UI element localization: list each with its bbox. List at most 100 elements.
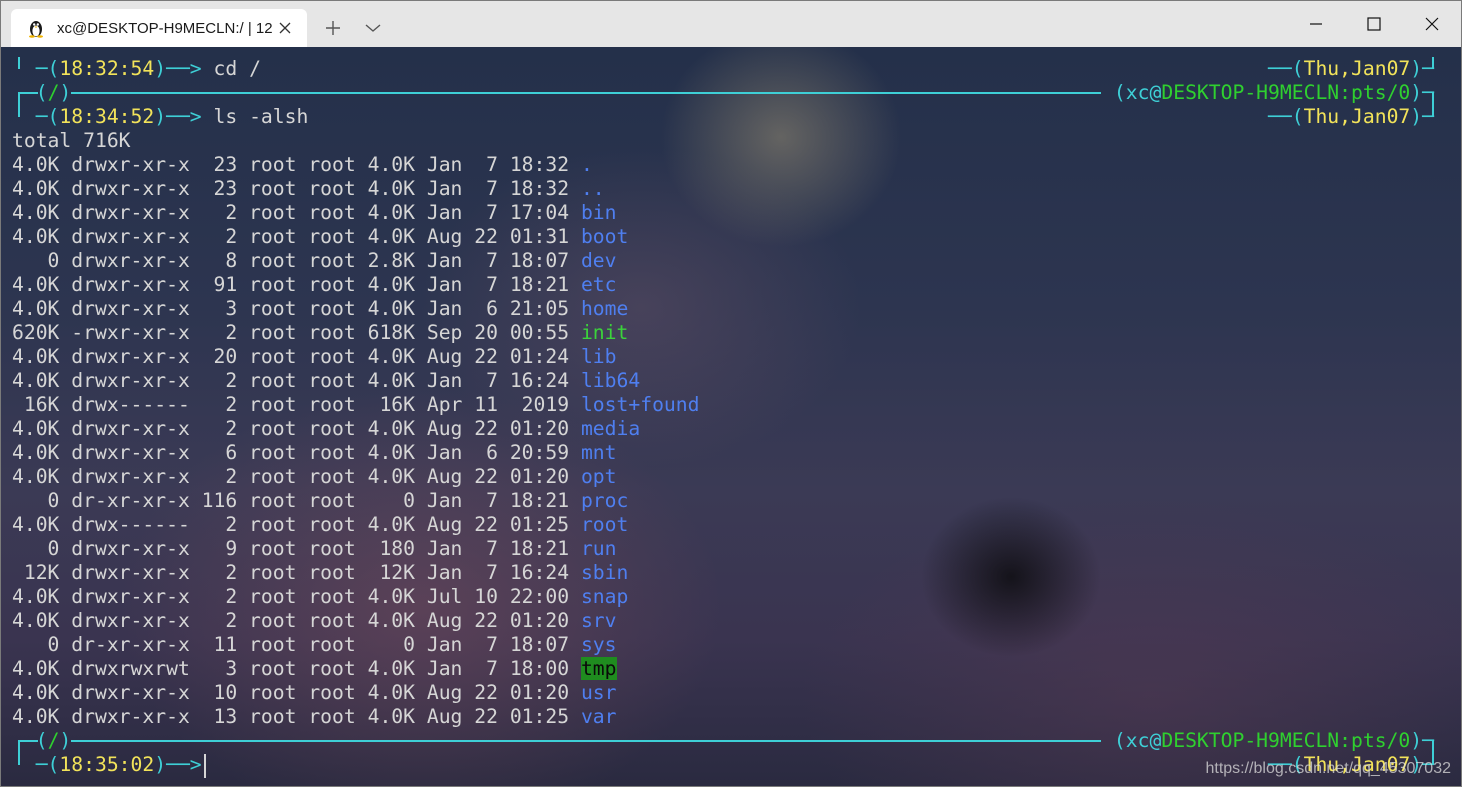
ls-row: 0 drwxr-xr-x 9 root root 180 Jan 7 18:21… — [12, 537, 1450, 561]
ls-row: 0 dr-xr-xr-x 11 root root 0 Jan 7 18:07 … — [12, 633, 1450, 657]
ls-row-meta: 0 drwxr-xr-x 8 root root 2.8K Jan 7 18:0… — [12, 249, 581, 272]
tab-dropdown-button[interactable] — [353, 9, 393, 47]
ls-total: total 716K — [12, 129, 131, 152]
ls-row: 4.0K drwx------ 2 root root 4.0K Aug 22 … — [12, 513, 1450, 537]
ls-row-meta: 4.0K drwxr-xr-x 2 root root 4.0K Aug 22 … — [12, 609, 581, 632]
ls-row-meta: 4.0K drwxr-xr-x 13 root root 4.0K Aug 22… — [12, 705, 581, 728]
ls-row: 4.0K drwxr-xr-x 2 root root 4.0K Aug 22 … — [12, 465, 1450, 489]
tab-active[interactable]: xc@DESKTOP-H9MECLN:/ | 120 — [11, 9, 307, 47]
plus-icon — [326, 21, 340, 35]
ls-row-meta: 16K drwx------ 2 root root 16K Apr 11 20… — [12, 393, 581, 416]
ls-row: 4.0K drwxr-xr-x 2 root root 4.0K Jan 7 1… — [12, 201, 1450, 225]
ls-row-name: bin — [580, 201, 617, 224]
ls-row-meta: 4.0K drwxr-xr-x 23 root root 4.0K Jan 7 … — [12, 177, 581, 200]
ls-row-meta: 4.0K drwxr-xr-x 2 root root 4.0K Aug 22 … — [12, 417, 581, 440]
ls-row-meta: 4.0K drwxr-xr-x 91 root root 4.0K Jan 7 … — [12, 273, 581, 296]
prompt-host: DESKTOP-H9MECLN:pts/0 — [1161, 729, 1411, 752]
ls-row-meta: 4.0K drwxr-xr-x 6 root root 4.0K Jan 6 2… — [12, 441, 581, 464]
ls-row-meta: 620K -rwxr-xr-x 2 root root 618K Sep 20 … — [12, 321, 581, 344]
linux-penguin-icon — [25, 17, 47, 39]
prompt-path: / — [47, 81, 60, 104]
title-bar: xc@DESKTOP-H9MECLN:/ | 120 — [1, 1, 1461, 47]
prompt-user: xc — [1125, 81, 1150, 104]
ls-row-meta: 4.0K drwxr-xr-x 2 root root 4.0K Jan 7 1… — [12, 201, 581, 224]
ls-row: 16K drwx------ 2 root root 16K Apr 11 20… — [12, 393, 1450, 417]
ls-row-name: dev — [580, 249, 617, 272]
ls-row: 4.0K drwxr-xr-x 6 root root 4.0K Jan 6 2… — [12, 441, 1450, 465]
ls-row-name: .. — [580, 177, 605, 200]
ls-row-meta: 12K drwxr-xr-x 2 root root 12K Jan 7 16:… — [12, 561, 581, 584]
ls-row-meta: 4.0K drwxr-xr-x 2 root root 4.0K Aug 22 … — [12, 465, 581, 488]
ls-row-name: lib — [580, 345, 617, 368]
ls-row: 4.0K drwxr-xr-x 20 root root 4.0K Aug 22… — [12, 345, 1450, 369]
prompt-time: 18:34:52 — [59, 105, 155, 128]
close-window-button[interactable] — [1403, 1, 1461, 47]
ls-row-name: run — [580, 537, 617, 560]
ls-row-name: media — [580, 417, 641, 440]
prompt-line: ─(18:32:54)──> cd / ──(Thu,Jan07)─ — [12, 57, 1434, 80]
minimize-icon — [1310, 23, 1322, 25]
prompt-command: cd / — [213, 57, 261, 80]
ls-row-name: mnt — [580, 441, 617, 464]
ls-row-meta: 0 drwxr-xr-x 9 root root 180 Jan 7 18:21 — [12, 537, 581, 560]
ls-row-name: home — [580, 297, 629, 320]
maximize-button[interactable] — [1345, 1, 1403, 47]
ls-row-meta: 4.0K drwxr-xr-x 20 root root 4.0K Aug 22… — [12, 345, 581, 368]
ls-row: 620K -rwxr-xr-x 2 root root 618K Sep 20 … — [12, 321, 1450, 345]
chevron-down-icon — [365, 24, 381, 32]
ls-row-name: sbin — [580, 561, 629, 584]
ls-row: 0 drwxr-xr-x 8 root root 2.8K Jan 7 18:0… — [12, 249, 1450, 273]
ls-row-meta: 4.0K drwx------ 2 root root 4.0K Aug 22 … — [12, 513, 581, 536]
terminal-output[interactable]: ─(18:32:54)──> cd / ──(Thu,Jan07)─ (/) (xc… — [1, 47, 1461, 786]
watermark: https://blog.csdn.net/qq_45307032 — [1205, 760, 1451, 777]
close-icon[interactable] — [273, 16, 297, 40]
close-icon — [1425, 17, 1439, 31]
ls-row-name: tmp — [580, 657, 617, 680]
ls-row: 4.0K drwxr-xr-x 23 root root 4.0K Jan 7 … — [12, 153, 1450, 177]
ls-row-name: init — [580, 321, 629, 344]
window-controls — [1287, 1, 1461, 47]
ls-row-meta: 4.0K drwxrwxrwt 3 root root 4.0K Jan 7 1… — [12, 657, 581, 680]
minimize-button[interactable] — [1287, 1, 1345, 47]
prompt-frame — [1432, 57, 1434, 69]
new-tab-button[interactable] — [313, 9, 353, 47]
ls-row-meta: 4.0K drwxr-xr-x 10 root root 4.0K Aug 22… — [12, 681, 581, 704]
ls-row: 4.0K drwxr-xr-x 10 root root 4.0K Aug 22… — [12, 681, 1450, 705]
prompt-path: / — [47, 729, 60, 752]
prompt-header-line: (/) (xc@DESKTOP-H9MECLN:pts/0)─ — [12, 729, 1434, 752]
ls-row-name: snap — [580, 585, 629, 608]
ls-row-name: srv — [580, 609, 617, 632]
ls-row-name: . — [580, 153, 593, 176]
ls-row: 4.0K drwxr-xr-x 91 root root 4.0K Jan 7 … — [12, 273, 1450, 297]
ls-row: 4.0K drwxr-xr-x 13 root root 4.0K Aug 22… — [12, 705, 1450, 729]
ls-row: 4.0K drwxr-xr-x 2 root root 4.0K Jan 7 1… — [12, 369, 1450, 393]
ls-row: 4.0K drwxr-xr-x 2 root root 4.0K Aug 22 … — [12, 609, 1450, 633]
ls-row-name: boot — [580, 225, 629, 248]
ls-row: 4.0K drwxr-xr-x 2 root root 4.0K Aug 22 … — [12, 417, 1450, 441]
ls-row-name: lib64 — [580, 369, 641, 392]
ls-row-name: etc — [580, 273, 617, 296]
prompt-command: ls -alsh — [213, 105, 309, 128]
prompt-host: DESKTOP-H9MECLN:pts/0 — [1161, 81, 1411, 104]
ls-row: 4.0K drwxrwxrwt 3 root root 4.0K Jan 7 1… — [12, 657, 1450, 681]
ls-row: 4.0K drwxr-xr-x 2 root root 4.0K Aug 22 … — [12, 225, 1450, 249]
maximize-icon — [1367, 17, 1381, 31]
tab-title: xc@DESKTOP-H9MECLN:/ | 120 — [57, 19, 273, 37]
ls-row-name: usr — [580, 681, 617, 704]
ls-row-name: opt — [580, 465, 617, 488]
ls-row-meta: 4.0K drwxr-xr-x 2 root root 4.0K Jan 7 1… — [12, 369, 581, 392]
ls-row: 12K drwxr-xr-x 2 root root 12K Jan 7 16:… — [12, 561, 1450, 585]
prompt-date: Thu,Jan07 — [1303, 57, 1411, 80]
ls-row-name: lost+found — [580, 393, 700, 416]
ls-row-meta: 0 dr-xr-xr-x 11 root root 0 Jan 7 18:07 — [12, 633, 581, 656]
prompt-header-line: (/) (xc@DESKTOP-H9MECLN:pts/0)─ — [12, 81, 1434, 104]
ls-row: 4.0K drwxr-xr-x 3 root root 4.0K Jan 6 2… — [12, 297, 1450, 321]
terminal-window: xc@DESKTOP-H9MECLN:/ | 120 ─(18:32:54)──… — [0, 0, 1462, 787]
ls-row-meta: 4.0K drwxr-xr-x 2 root root 4.0K Aug 22 … — [12, 225, 581, 248]
ls-row: 0 dr-xr-xr-x 116 root root 0 Jan 7 18:21… — [12, 489, 1450, 513]
text-cursor — [204, 754, 206, 778]
prompt-time: 18:35:02 — [59, 753, 155, 776]
prompt-line: ─(18:34:52)──> ls -alsh ──(Thu,Jan07)─ — [12, 105, 1434, 128]
ls-row-name: root — [580, 513, 629, 536]
ls-row-name: var — [580, 705, 617, 728]
